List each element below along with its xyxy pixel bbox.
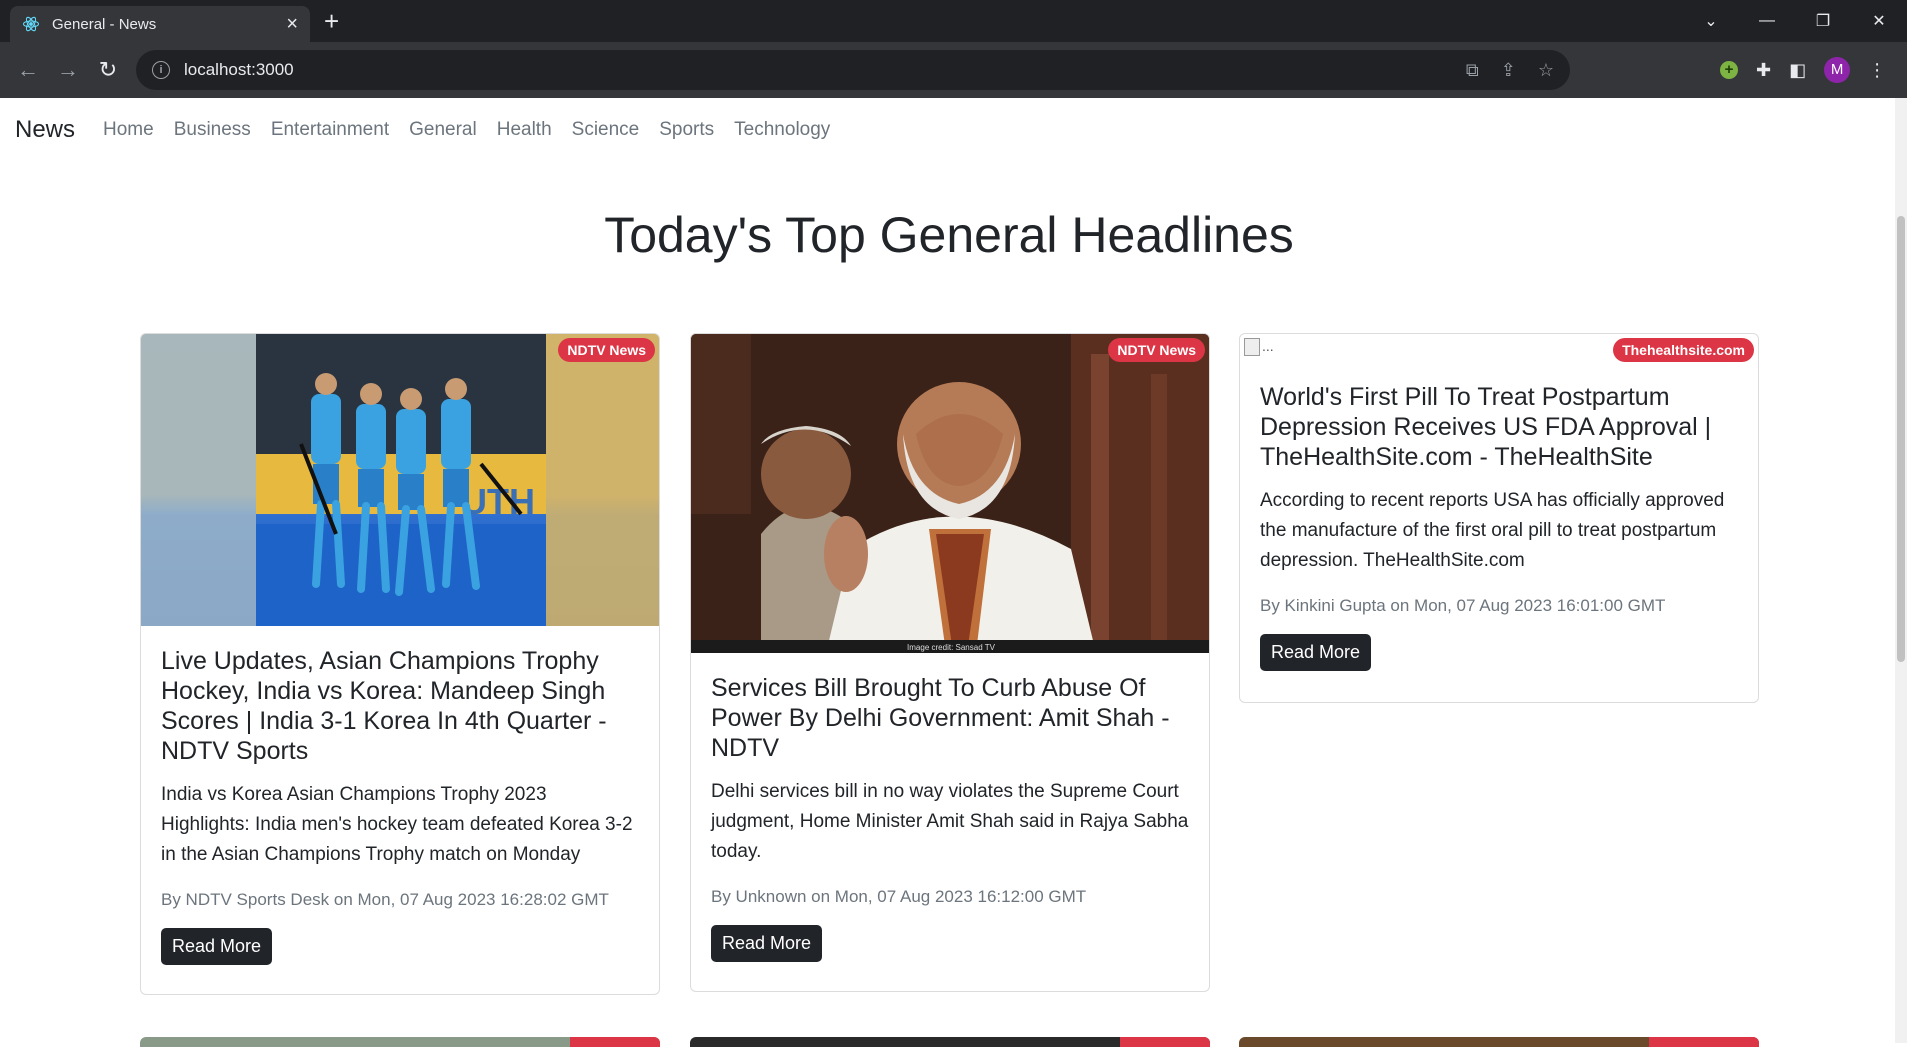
source-badge: Thehealthsite.com: [1613, 338, 1754, 362]
article-title: Live Updates, Asian Champions Trophy Hoc…: [161, 647, 607, 765]
news-card: NDTV News UTH Live Updates, Asian Champi…: [140, 333, 660, 995]
browser-tab-strip: General - News × + ⌄ — ❐ ✕: [0, 0, 1907, 42]
window-controls: ⌄ — ❐ ✕: [1683, 0, 1907, 42]
read-more-button[interactable]: Read More: [1260, 634, 1372, 671]
side-panel-icon[interactable]: ◧: [1789, 60, 1806, 81]
url-text[interactable]: localhost:3000: [184, 60, 1466, 80]
card-body: Live Updates, Asian Champions Trophy Hoc…: [141, 626, 659, 985]
profile-avatar[interactable]: M: [1824, 57, 1851, 83]
page-title: Today's Top General Headlines: [604, 207, 1294, 263]
browser-tab[interactable]: General - News ×: [10, 6, 310, 42]
image-alt-text: ...: [1262, 338, 1274, 354]
site-info-icon[interactable]: i: [152, 61, 170, 79]
card-body: World's First Pill To Treat Postpartum D…: [1240, 364, 1758, 691]
menu-kebab-icon[interactable]: ⋮: [1868, 60, 1886, 81]
read-more-button[interactable]: Read More: [161, 928, 273, 965]
article-image: Image credit: Sansad TV: [691, 334, 1209, 653]
address-bar[interactable]: i localhost:3000 ⧉ ⇪ ☆: [136, 50, 1570, 90]
article-description: India vs Korea Asian Champions Trophy 20…: [161, 784, 633, 865]
article-title: Services Bill Brought To Curb Abuse Of P…: [711, 674, 1170, 762]
image-credit-text: Image credit: Sansad TV: [907, 643, 996, 652]
article-description: Delhi services bill in no way violates t…: [711, 781, 1189, 862]
next-card-preview: [1239, 1037, 1759, 1047]
bookmark-star-icon[interactable]: ☆: [1538, 60, 1554, 81]
nav-link-health[interactable]: Health: [497, 119, 552, 141]
browser-toolbar: ← → ↻ i localhost:3000 ⧉ ⇪ ☆ + ✚ ◧ M ⋮: [0, 42, 1907, 98]
next-card-preview: [140, 1037, 660, 1047]
extensions-puzzle-icon[interactable]: ✚: [1756, 60, 1771, 81]
nav-link-business[interactable]: Business: [174, 119, 251, 141]
page-scrollbar[interactable]: [1895, 98, 1907, 1043]
read-more-button[interactable]: Read More: [711, 925, 823, 962]
news-card: NDTV News Image credit: Sansad TV Servic…: [690, 333, 1210, 992]
nav-link-technology[interactable]: Technology: [734, 119, 830, 141]
page-content: News Home Business Entertainment General…: [0, 98, 1907, 1043]
reload-icon[interactable]: ↻: [88, 57, 128, 83]
nav-link-sports[interactable]: Sports: [659, 119, 714, 141]
react-icon: [22, 15, 40, 33]
close-window-icon[interactable]: ✕: [1851, 11, 1907, 31]
close-tab-icon[interactable]: ×: [286, 14, 298, 34]
article-description: According to recent reports USA has offi…: [1260, 490, 1725, 571]
article-meta: By Unknown on Mon, 07 Aug 2023 16:12:00 …: [711, 887, 1087, 906]
next-card-preview: [690, 1037, 1210, 1047]
source-badge: NDTV News: [1108, 338, 1205, 362]
nav-link-entertainment[interactable]: Entertainment: [271, 119, 389, 141]
news-card: Thehealthsite.com ... World's First Pill…: [1239, 333, 1759, 703]
article-meta: By NDTV Sports Desk on Mon, 07 Aug 2023 …: [161, 890, 609, 909]
article-title: World's First Pill To Treat Postpartum D…: [1260, 383, 1712, 471]
source-badge: NDTV News: [558, 338, 655, 362]
article-image: UTH: [141, 334, 659, 626]
extension-green-icon[interactable]: +: [1720, 61, 1738, 79]
new-tab-button[interactable]: +: [324, 8, 339, 34]
site-navbar: News Home Business Entertainment General…: [15, 116, 840, 144]
nav-link-home[interactable]: Home: [103, 119, 154, 141]
restore-icon[interactable]: ❐: [1795, 11, 1851, 31]
broken-image-icon: [1244, 338, 1260, 357]
open-in-app-icon[interactable]: ⧉: [1466, 60, 1479, 81]
card-body: Services Bill Brought To Curb Abuse Of P…: [691, 653, 1209, 982]
navbar-brand[interactable]: News: [15, 116, 75, 144]
tab-search-icon[interactable]: ⌄: [1683, 11, 1739, 31]
minimize-icon[interactable]: —: [1739, 12, 1795, 30]
back-icon[interactable]: ←: [8, 57, 48, 83]
forward-icon[interactable]: →: [48, 57, 88, 83]
scrollbar-thumb[interactable]: [1897, 216, 1905, 662]
nav-link-general[interactable]: General: [409, 119, 477, 141]
share-icon[interactable]: ⇪: [1501, 60, 1516, 81]
nav-link-science[interactable]: Science: [572, 119, 640, 141]
tab-title: General - News: [52, 15, 157, 33]
article-meta: By Kinkini Gupta on Mon, 07 Aug 2023 16:…: [1260, 596, 1666, 615]
